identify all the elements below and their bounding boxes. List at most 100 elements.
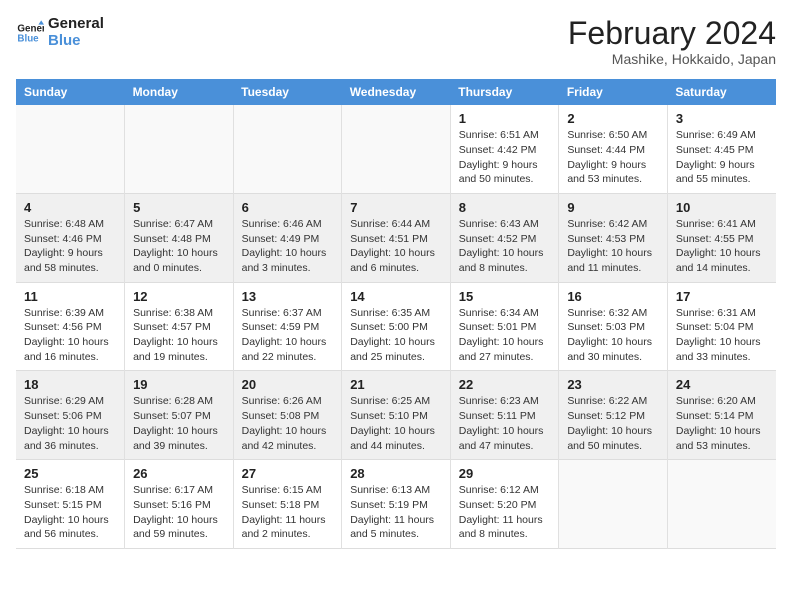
day-detail: Sunrise: 6:50 AMSunset: 4:44 PMDaylight:… (567, 128, 659, 187)
day-number: 13 (242, 289, 334, 304)
calendar-day-cell: 4Sunrise: 6:48 AMSunset: 4:46 PMDaylight… (16, 193, 125, 282)
calendar-day-cell: 22 Sunrise: 6:23 AMSunset: 5:11 PMDayligh… (450, 371, 559, 460)
logo-icon: General Blue (16, 19, 44, 47)
day-number: 14 (350, 289, 442, 304)
day-number: 28 (350, 466, 442, 481)
day-detail: Sunrise: 6:49 AMSunset: 4:45 PMDaylight:… (676, 128, 768, 187)
day-detail: Sunrise: 6:39 AMSunset: 4:56 PMDaylight:… (24, 306, 116, 365)
calendar-day-cell (125, 105, 234, 193)
week-row-5: 25 Sunrise: 6:18 AMSunset: 5:15 PMDayligh… (16, 460, 776, 549)
week-row-1: 1 Sunrise: 6:51 AMSunset: 4:42 PMDaylight… (16, 105, 776, 193)
header: General Blue General Blue February 2024 … (16, 16, 776, 67)
week-row-2: 4Sunrise: 6:48 AMSunset: 4:46 PMDaylight… (16, 193, 776, 282)
calendar-day-cell (233, 105, 342, 193)
calendar-day-cell: 6Sunrise: 6:46 AMSunset: 4:49 PMDaylight… (233, 193, 342, 282)
calendar-day-cell: 20 Sunrise: 6:26 AMSunset: 5:08 PMDayligh… (233, 371, 342, 460)
calendar-day-cell: 11 Sunrise: 6:39 AMSunset: 4:56 PMDayligh… (16, 282, 125, 371)
day-detail: Sunrise: 6:37 AMSunset: 4:59 PMDaylight:… (242, 306, 334, 365)
calendar-day-cell: 26Sunrise: 6:17 AMSunset: 5:16 PMDayligh… (125, 460, 234, 549)
calendar-day-cell: 23 Sunrise: 6:22 AMSunset: 5:12 PMDayligh… (559, 371, 668, 460)
calendar-day-cell: 28 Sunrise: 6:13 AMSunset: 5:19 PMDayligh… (342, 460, 451, 549)
calendar-day-cell: 29 Sunrise: 6:12 AMSunset: 5:20 PMDayligh… (450, 460, 559, 549)
day-detail: Sunrise: 6:48 AMSunset: 4:46 PMDaylight:… (24, 217, 116, 276)
day-detail: Sunrise: 6:35 AMSunset: 5:00 PMDaylight:… (350, 306, 442, 365)
day-detail: Sunrise: 6:20 AMSunset: 5:14 PMDaylight:… (676, 394, 768, 453)
day-number: 10 (676, 200, 768, 215)
day-detail: Sunrise: 6:47 AMSunset: 4:48 PMDaylight:… (133, 217, 225, 276)
calendar-day-cell: 2 Sunrise: 6:50 AMSunset: 4:44 PMDaylight… (559, 105, 668, 193)
day-detail: Sunrise: 6:46 AMSunset: 4:49 PMDaylight:… (242, 217, 334, 276)
calendar-day-cell: 5 Sunrise: 6:47 AMSunset: 4:48 PMDaylight… (125, 193, 234, 282)
calendar-day-cell: 14 Sunrise: 6:35 AMSunset: 5:00 PMDayligh… (342, 282, 451, 371)
day-detail: Sunrise: 6:43 AMSunset: 4:52 PMDaylight:… (459, 217, 551, 276)
logo: General Blue General Blue (16, 16, 104, 49)
day-number: 27 (242, 466, 334, 481)
calendar-day-cell: 3 Sunrise: 6:49 AMSunset: 4:45 PMDaylight… (667, 105, 776, 193)
day-number: 2 (567, 111, 659, 126)
calendar-day-cell: 18 Sunrise: 6:29 AMSunset: 5:06 PMDayligh… (16, 371, 125, 460)
calendar-day-cell (16, 105, 125, 193)
day-number: 15 (459, 289, 551, 304)
day-detail: Sunrise: 6:18 AMSunset: 5:15 PMDaylight:… (24, 483, 116, 542)
calendar-day-cell: 24 Sunrise: 6:20 AMSunset: 5:14 PMDayligh… (667, 371, 776, 460)
calendar-day-cell (667, 460, 776, 549)
day-detail: Sunrise: 6:13 AMSunset: 5:19 PMDaylight:… (350, 483, 442, 542)
calendar-day-cell: 19 Sunrise: 6:28 AMSunset: 5:07 PMDayligh… (125, 371, 234, 460)
calendar-day-cell: 10Sunrise: 6:41 AMSunset: 4:55 PMDayligh… (667, 193, 776, 282)
day-number: 12 (133, 289, 225, 304)
day-detail: Sunrise: 6:51 AMSunset: 4:42 PMDaylight:… (459, 128, 551, 187)
day-number: 1 (459, 111, 551, 126)
day-detail: Sunrise: 6:29 AMSunset: 5:06 PMDaylight:… (24, 394, 116, 453)
day-number: 23 (567, 377, 659, 392)
calendar-day-cell: 17Sunrise: 6:31 AMSunset: 5:04 PMDayligh… (667, 282, 776, 371)
logo-general-text: General (48, 16, 104, 33)
header-tuesday: Tuesday (233, 79, 342, 105)
day-number: 8 (459, 200, 551, 215)
day-detail: Sunrise: 6:38 AMSunset: 4:57 PMDaylight:… (133, 306, 225, 365)
day-number: 24 (676, 377, 768, 392)
page-subtitle: Mashike, Hokkaido, Japan (568, 51, 776, 67)
day-detail: Sunrise: 6:28 AMSunset: 5:07 PMDaylight:… (133, 394, 225, 453)
day-number: 18 (24, 377, 116, 392)
header-monday: Monday (125, 79, 234, 105)
header-saturday: Saturday (667, 79, 776, 105)
calendar-day-cell (559, 460, 668, 549)
header-thursday: Thursday (450, 79, 559, 105)
day-detail: Sunrise: 6:15 AMSunset: 5:18 PMDaylight:… (242, 483, 334, 542)
calendar-header-row: SundayMondayTuesdayWednesdayThursdayFrid… (16, 79, 776, 105)
calendar-day-cell: 25 Sunrise: 6:18 AMSunset: 5:15 PMDayligh… (16, 460, 125, 549)
day-detail: Sunrise: 6:22 AMSunset: 5:12 PMDaylight:… (567, 394, 659, 453)
calendar-day-cell: 1 Sunrise: 6:51 AMSunset: 4:42 PMDaylight… (450, 105, 559, 193)
day-number: 7 (350, 200, 442, 215)
day-number: 20 (242, 377, 334, 392)
day-number: 25 (24, 466, 116, 481)
header-sunday: Sunday (16, 79, 125, 105)
calendar-day-cell: 21Sunrise: 6:25 AMSunset: 5:10 PMDayligh… (342, 371, 451, 460)
day-detail: Sunrise: 6:12 AMSunset: 5:20 PMDaylight:… (459, 483, 551, 542)
calendar-day-cell (342, 105, 451, 193)
header-wednesday: Wednesday (342, 79, 451, 105)
day-number: 29 (459, 466, 551, 481)
day-detail: Sunrise: 6:25 AMSunset: 5:10 PMDaylight:… (350, 394, 442, 453)
calendar-day-cell: 27 Sunrise: 6:15 AMSunset: 5:18 PMDayligh… (233, 460, 342, 549)
day-detail: Sunrise: 6:23 AMSunset: 5:11 PMDaylight:… (459, 394, 551, 453)
day-number: 22 (459, 377, 551, 392)
week-row-3: 11 Sunrise: 6:39 AMSunset: 4:56 PMDayligh… (16, 282, 776, 371)
day-detail: Sunrise: 6:31 AMSunset: 5:04 PMDaylight:… (676, 306, 768, 365)
calendar-day-cell: 13 Sunrise: 6:37 AMSunset: 4:59 PMDayligh… (233, 282, 342, 371)
header-friday: Friday (559, 79, 668, 105)
day-detail: Sunrise: 6:26 AMSunset: 5:08 PMDaylight:… (242, 394, 334, 453)
calendar-day-cell: 7 Sunrise: 6:44 AMSunset: 4:51 PMDaylight… (342, 193, 451, 282)
day-number: 16 (567, 289, 659, 304)
day-number: 11 (24, 289, 116, 304)
day-detail: Sunrise: 6:32 AMSunset: 5:03 PMDaylight:… (567, 306, 659, 365)
day-number: 3 (676, 111, 768, 126)
calendar-table: SundayMondayTuesdayWednesdayThursdayFrid… (16, 79, 776, 549)
day-number: 5 (133, 200, 225, 215)
calendar-day-cell: 15Sunrise: 6:34 AMSunset: 5:01 PMDayligh… (450, 282, 559, 371)
day-detail: Sunrise: 6:17 AMSunset: 5:16 PMDaylight:… (133, 483, 225, 542)
day-number: 19 (133, 377, 225, 392)
calendar-day-cell: 9Sunrise: 6:42 AMSunset: 4:53 PMDaylight… (559, 193, 668, 282)
day-detail: Sunrise: 6:44 AMSunset: 4:51 PMDaylight:… (350, 217, 442, 276)
week-row-4: 18 Sunrise: 6:29 AMSunset: 5:06 PMDayligh… (16, 371, 776, 460)
